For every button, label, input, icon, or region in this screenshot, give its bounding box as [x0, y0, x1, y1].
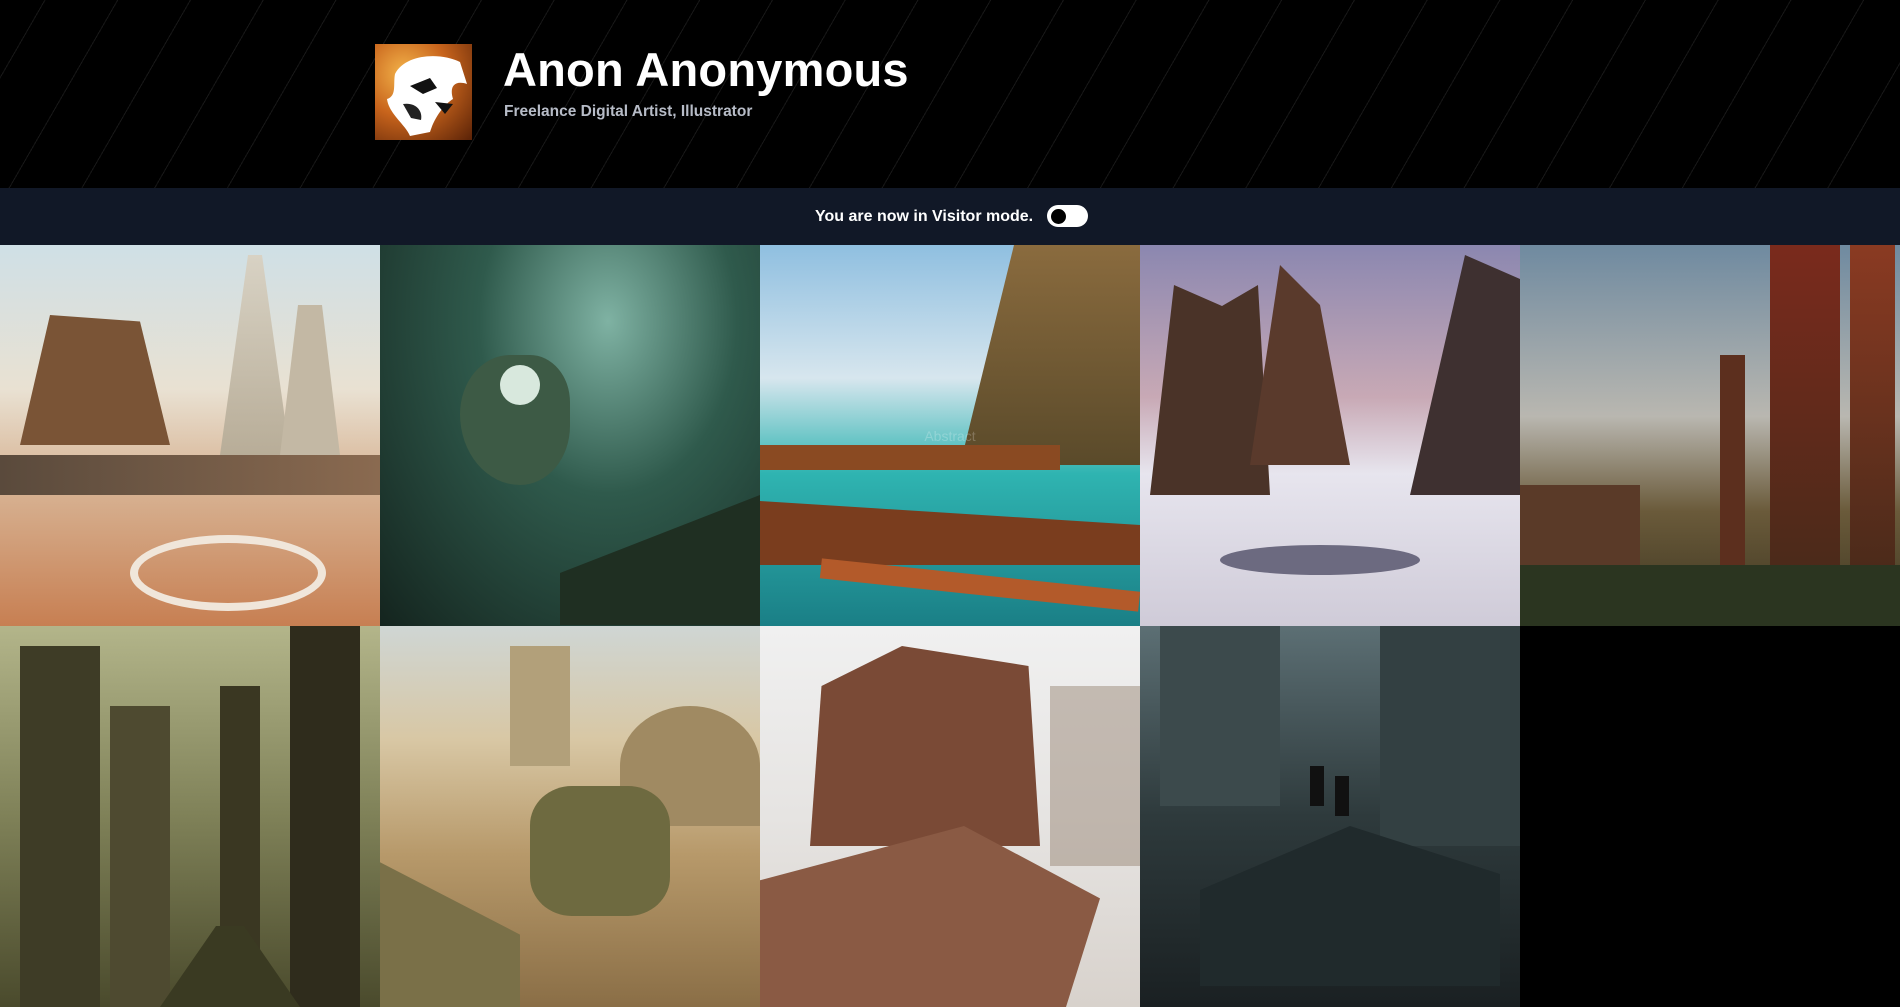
wolf-logo-icon	[387, 56, 467, 136]
artist-tagline: Freelance Digital Artist, Illustrator	[504, 103, 753, 120]
gallery-item[interactable]	[380, 626, 760, 1007]
toggle-knob	[1051, 208, 1066, 224]
gallery-item[interactable]: Abstract	[760, 245, 1140, 626]
gallery-item[interactable]	[0, 626, 380, 1007]
header: Anon Anonymous Freelance Digital Artist,…	[0, 0, 1900, 188]
artwork-gallery: Abstract	[0, 245, 1900, 1007]
visitor-mode-toggle[interactable]	[1047, 205, 1088, 227]
gallery-item[interactable]	[1140, 626, 1520, 1007]
gallery-item[interactable]	[1520, 245, 1900, 626]
avatar[interactable]	[375, 44, 472, 140]
gallery-item[interactable]	[0, 245, 380, 626]
visitor-mode-text: You are now in Visitor mode.	[815, 208, 1034, 225]
artist-name: Anon Anonymous	[503, 43, 909, 96]
gallery-item[interactable]	[1140, 245, 1520, 626]
gallery-item[interactable]	[380, 245, 760, 626]
gallery-item[interactable]	[760, 626, 1140, 1007]
